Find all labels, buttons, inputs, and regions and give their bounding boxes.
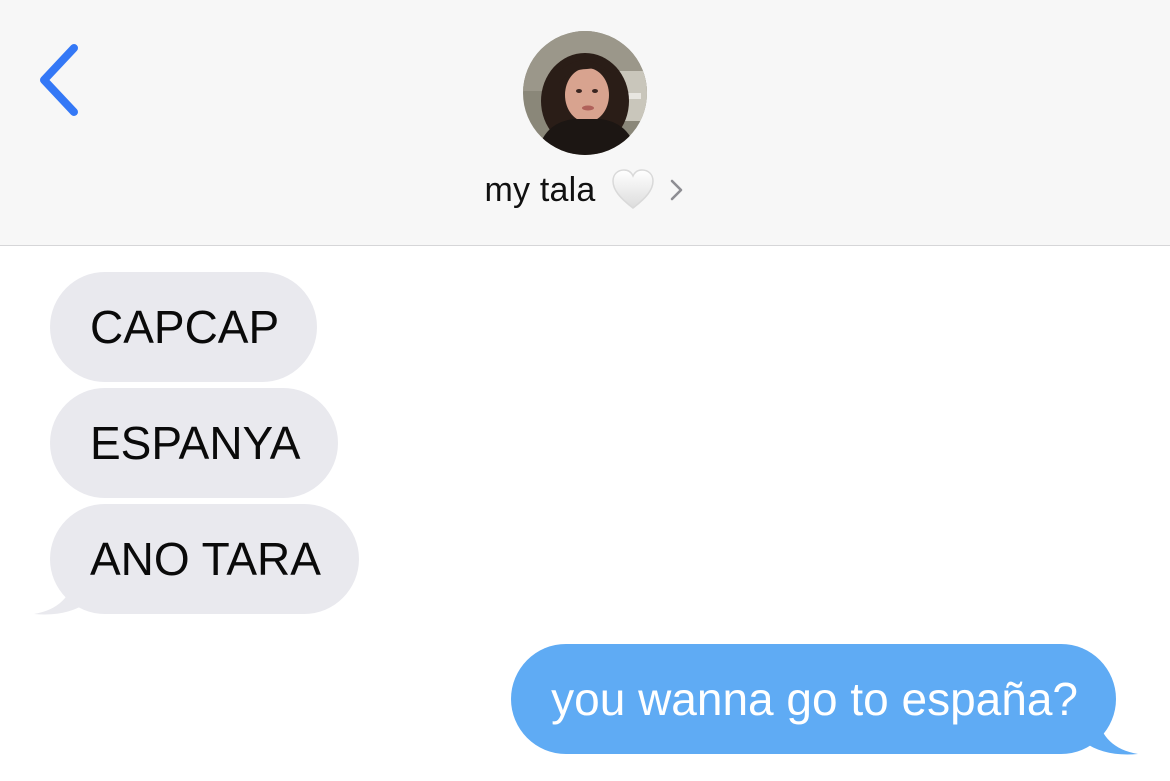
message-text: ESPANYA (90, 417, 301, 469)
incoming-message-bubble[interactable]: ESPANYA (50, 388, 339, 498)
chevron-right-icon (670, 179, 682, 201)
contact-name: my tala (484, 170, 596, 209)
conversation-header: my tala (0, 0, 1170, 246)
message-thread[interactable]: CAPCAP ESPANYA ANO TARA you wanna go to … (0, 246, 1170, 781)
incoming-bubble-tail (34, 576, 88, 615)
contact-avatar[interactable] (523, 31, 647, 155)
outgoing-message-bubble[interactable]: you wanna go to españa? (511, 644, 1116, 754)
incoming-message-bubble[interactable]: ANO TARA (50, 504, 359, 614)
message-text: ANO TARA (90, 533, 321, 585)
outgoing-bubble-tail (1084, 716, 1138, 755)
contact-title[interactable]: my tala (0, 160, 1170, 220)
back-chevron-icon[interactable] (30, 40, 90, 120)
avatar-photo (523, 31, 647, 155)
white-heart-icon (611, 169, 654, 209)
message-text: CAPCAP (90, 301, 280, 353)
incoming-message-bubble[interactable]: CAPCAP (50, 272, 318, 382)
message-text: you wanna go to españa? (551, 673, 1078, 725)
